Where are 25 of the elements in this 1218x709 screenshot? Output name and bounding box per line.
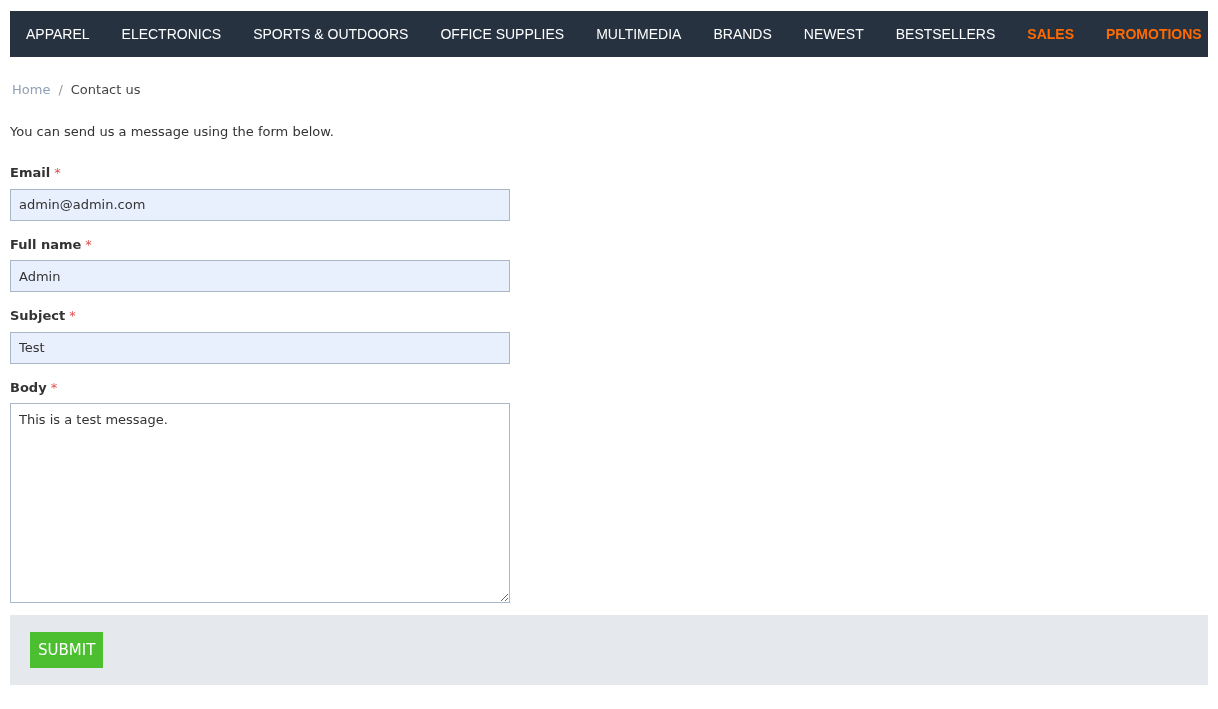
field-label: Body [10, 378, 47, 397]
breadcrumb-current: Contact us [70, 81, 141, 99]
input-field[interactable]: admin@admin.com [10, 188, 510, 221]
required-mark: * [50, 378, 58, 397]
nav-link[interactable]: BRANDS [713, 23, 772, 45]
nav-link[interactable]: SPORTS & OUTDOORS [253, 23, 409, 45]
field-label: Full name [10, 235, 82, 254]
nav-link[interactable]: SALES [1027, 23, 1074, 45]
field-label: Subject [10, 307, 66, 325]
nav-link[interactable]: OFFICE SUPPLIES [440, 23, 565, 45]
field-label: Email [10, 164, 51, 182]
nav-link[interactable]: BESTSELLERS [895, 23, 996, 45]
input-field[interactable]: Admin [10, 260, 510, 292]
nav-link[interactable]: NEWEST [803, 23, 864, 45]
required-mark: * [54, 164, 61, 182]
input-field[interactable]: Test [10, 331, 510, 364]
nav-link[interactable]: MULTIMEDIA [596, 23, 682, 45]
intro-text: You can send us a message using the form below. [10, 122, 335, 141]
required-mark: * [69, 307, 76, 325]
nav-link[interactable]: APPAREL [26, 23, 90, 45]
breadcrumb-separator: / [58, 81, 63, 99]
nav-link[interactable]: PROMOTIONS [1106, 23, 1202, 45]
required-mark: * [85, 235, 92, 254]
nav-link[interactable]: ELECTRONICS [121, 23, 222, 45]
message-field[interactable]: This is a test message. [10, 403, 510, 603]
